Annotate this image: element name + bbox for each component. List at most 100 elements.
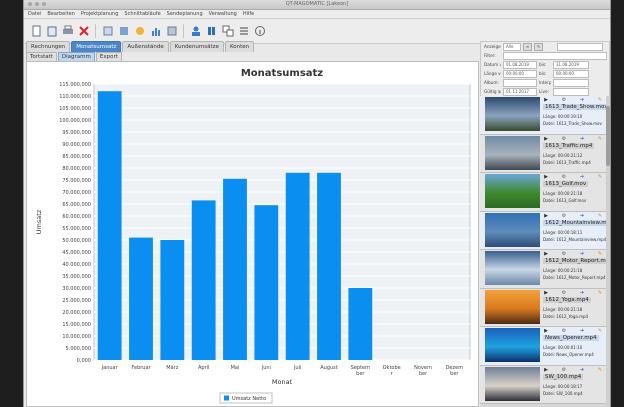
send-icon[interactable]: ➜ xyxy=(579,174,585,180)
x-tick-label: Februar xyxy=(131,365,151,371)
clip-thumbnail[interactable] xyxy=(485,174,540,208)
filter-field[interactable] xyxy=(503,51,607,60)
play-icon[interactable]: ▶ xyxy=(543,136,549,142)
filter-field[interactable] xyxy=(553,87,589,96)
list-button[interactable] xyxy=(165,25,178,38)
clip-list[interactable]: ▶⚙➜✎✖1613_Trade_Show.movLänge: 00:00:19:… xyxy=(480,96,610,407)
clip-thumbnail[interactable] xyxy=(485,251,540,285)
tab-kundenumsätze[interactable]: Kundenumsätze xyxy=(169,41,224,52)
clip-item[interactable]: ▶⚙➜✎✖1612_Yoga.mp4Länge: 00:00:21:18Date… xyxy=(480,288,610,327)
play-icon[interactable]: ▶ xyxy=(543,174,549,180)
menu-item-datei[interactable]: Datei xyxy=(28,11,41,17)
filter-field[interactable]: 00:00:00 xyxy=(503,69,537,78)
filter-field[interactable]: 01.11.2017 xyxy=(503,87,537,96)
tab-außenstände[interactable]: Außenstände xyxy=(122,41,169,52)
filter-toggle-button[interactable]: ≡ xyxy=(523,42,532,51)
edit-icon[interactable]: ✎ xyxy=(597,174,603,180)
gear-icon[interactable]: ⚙ xyxy=(561,328,567,334)
play-icon[interactable]: ▶ xyxy=(543,251,549,257)
settings-button[interactable] xyxy=(237,25,250,38)
gear-icon[interactable]: ⚙ xyxy=(561,136,567,142)
gear-icon[interactable]: ⚙ xyxy=(561,251,567,257)
edit-icon[interactable]: ✎ xyxy=(597,251,603,257)
play-icon[interactable]: ▶ xyxy=(543,213,549,219)
send-icon[interactable]: ➜ xyxy=(579,290,585,296)
tab-monatsumsatz[interactable]: Monatsumsatz xyxy=(71,41,122,52)
edit-icon[interactable]: ✎ xyxy=(597,97,603,103)
copy-button[interactable] xyxy=(221,25,234,38)
filter-field[interactable]: 00:00:00 xyxy=(553,69,589,78)
refresh-button[interactable] xyxy=(101,25,114,38)
clip-item[interactable]: ▶⚙➜✎✖1613_Golf.movLänge: 00:00:21:18Date… xyxy=(480,173,610,212)
filter-edit-button[interactable]: ✎ xyxy=(534,42,543,51)
clip-item[interactable]: ▶⚙➜✎✖1612_Mountainview.mp4Länge: 00:00:1… xyxy=(480,211,610,250)
x-tick-label: ber xyxy=(419,371,428,377)
send-icon[interactable]: ➜ xyxy=(579,367,585,373)
edit-icon[interactable]: ✎ xyxy=(597,290,603,296)
clip-thumbnail[interactable] xyxy=(485,366,540,401)
info-button[interactable] xyxy=(253,25,266,38)
send-icon[interactable]: ➜ xyxy=(579,328,585,334)
filter-field[interactable]: 31.08.2019 xyxy=(553,60,589,69)
send-icon[interactable]: ➜ xyxy=(579,136,585,142)
print-button[interactable] xyxy=(61,25,74,38)
menu-item-bearbeiten[interactable]: Bearbeiten xyxy=(47,11,74,17)
grid-button[interactable] xyxy=(117,25,130,38)
filter-field[interactable]: Alle xyxy=(503,42,521,51)
clip-thumbnail[interactable] xyxy=(485,135,540,170)
gear-icon[interactable]: ⚙ xyxy=(561,290,567,296)
sort-dropdown[interactable] xyxy=(557,42,603,51)
clip-name: News_Opener.mp4 xyxy=(543,335,599,341)
filter-field[interactable] xyxy=(553,78,589,87)
clip-item[interactable]: ▶⚙➜✎✖1612_Motor_Report.mp4Länge: 00:00:2… xyxy=(480,250,610,289)
play-icon[interactable]: ▶ xyxy=(543,97,549,103)
new-doc-button[interactable] xyxy=(29,25,42,38)
play-icon[interactable]: ▶ xyxy=(543,290,549,296)
gear-icon[interactable]: ⚙ xyxy=(561,367,567,373)
menu-item-hilfe[interactable]: Hilfe xyxy=(243,11,254,17)
menu-item-verwaltung[interactable]: Verwaltung xyxy=(209,11,237,17)
bar-chart: 0,000 5.000,000 10.000,000 15.000,000 20.000… xyxy=(35,68,471,404)
clip-item[interactable]: ▶⚙➜✎✖News_Opener.mp4Länge: 00:00:01:10Da… xyxy=(480,327,610,366)
print-icon xyxy=(62,25,73,34)
clip-thumbnail[interactable] xyxy=(485,328,540,362)
play-icon[interactable]: ▶ xyxy=(543,328,549,334)
filter-row: Länge von:00:00:00bis:00:00:00 xyxy=(481,69,609,78)
filter-field[interactable] xyxy=(503,78,537,87)
send-icon[interactable]: ➜ xyxy=(579,251,585,257)
title-bar: QT-MAGOMATIC [Lakeon] xyxy=(24,0,610,10)
open-doc-button[interactable] xyxy=(45,25,58,38)
layout-button[interactable] xyxy=(205,25,218,38)
edit-icon[interactable]: ✎ xyxy=(597,328,603,334)
clip-list-scrollbar[interactable] xyxy=(606,96,610,407)
star-button[interactable] xyxy=(133,25,146,38)
filter-field[interactable]: 01.08.2019 xyxy=(503,60,537,69)
user-button[interactable] xyxy=(189,25,202,38)
gear-icon[interactable]: ⚙ xyxy=(561,174,567,180)
clip-thumbnail[interactable] xyxy=(485,97,540,131)
delete-button[interactable] xyxy=(77,25,90,38)
scrollbar-thumb[interactable] xyxy=(606,106,610,166)
clip-item[interactable]: ▶⚙➜✎✖1613_Trade_Show.movLänge: 00:00:19:… xyxy=(480,96,610,135)
menu-item-projektplanung[interactable]: Projektplanung xyxy=(81,11,119,17)
gear-icon[interactable]: ⚙ xyxy=(561,97,567,103)
gear-icon[interactable]: ⚙ xyxy=(561,213,567,219)
menu-item-sendeplanung[interactable]: Sendeplanung xyxy=(167,11,203,17)
new-doc-icon xyxy=(32,25,40,37)
play-icon[interactable]: ▶ xyxy=(543,367,549,373)
clip-item[interactable]: ▶⚙➜✎✖SW_100.mp4Länge: 00:00:18:17Datei: … xyxy=(480,365,610,404)
clip-thumbnail[interactable] xyxy=(485,289,540,324)
bar-chart-button[interactable] xyxy=(149,25,162,38)
edit-icon[interactable]: ✎ xyxy=(597,367,603,373)
menu-item-schnittabläufe[interactable]: Schnittabläufe xyxy=(124,11,160,17)
clip-thumbnail[interactable] xyxy=(485,212,540,247)
send-icon[interactable]: ➜ xyxy=(579,213,585,219)
edit-icon[interactable]: ✎ xyxy=(597,213,603,219)
filter-label: Datum von: xyxy=(484,62,501,67)
edit-icon[interactable]: ✎ xyxy=(597,136,603,142)
send-icon[interactable]: ➜ xyxy=(579,97,585,103)
clip-item[interactable]: ▶⚙➜✎✖1613_Traffic.mp4Länge: 00:00:21:12D… xyxy=(480,134,610,173)
y-tick-label: 115.000,000 xyxy=(59,82,91,88)
tab-rechnungen[interactable]: Rechnungen xyxy=(26,41,71,52)
tab-konten[interactable]: Konten xyxy=(224,41,255,52)
